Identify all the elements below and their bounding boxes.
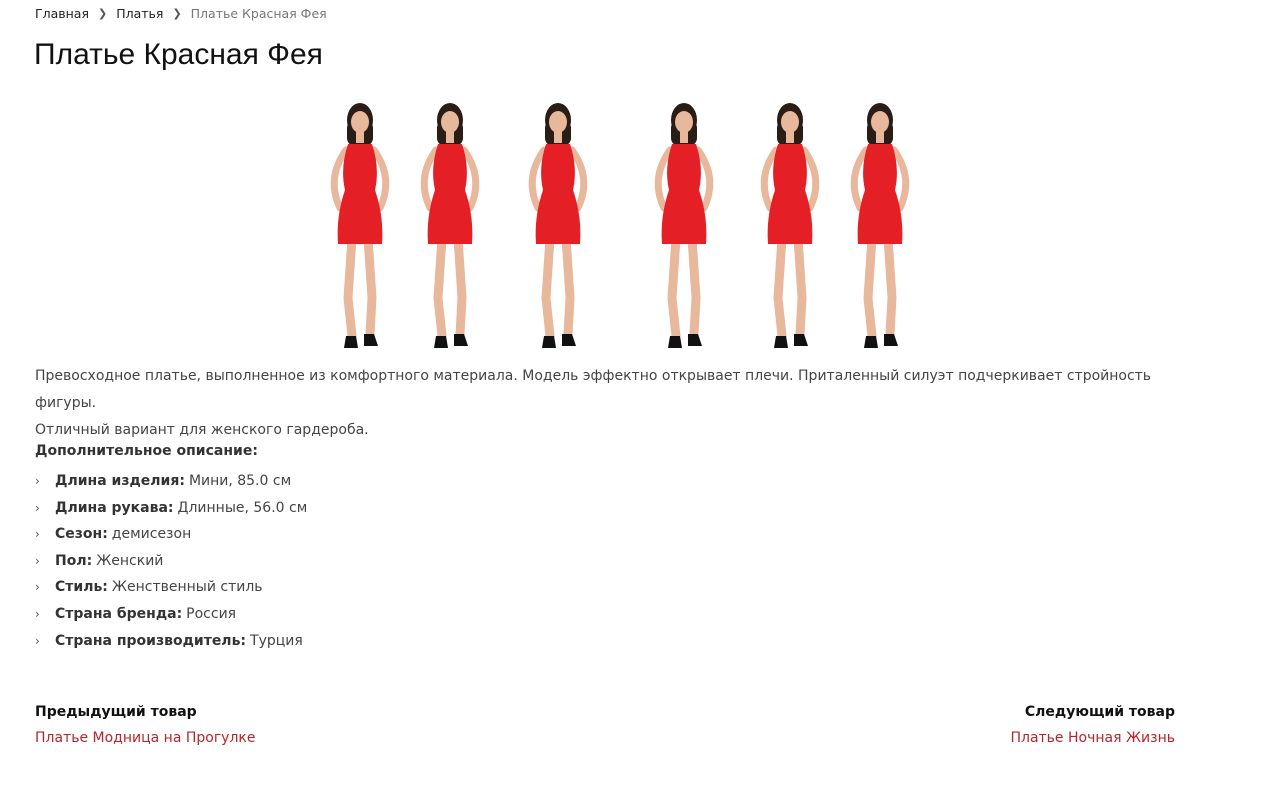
description-line-1: Превосходное платье, выполненное из комф… — [35, 368, 1152, 411]
chevron-right-icon: › — [35, 474, 40, 488]
model-figure — [654, 103, 714, 348]
attribute-gender: › Пол: Женский — [35, 548, 307, 575]
breadcrumb-category-link[interactable]: Платья — [116, 6, 163, 21]
attribute-key: Длина изделия: — [55, 473, 185, 489]
extra-description-heading: Дополнительное описание: — [35, 443, 258, 459]
model-figure — [850, 103, 910, 348]
attribute-brand-country: › Страна бренда: Россия — [35, 601, 307, 628]
attribute-key: Страна бренда: — [55, 605, 183, 622]
attribute-sleeve: › Длина рукава: Длинные, 56.0 см — [35, 495, 307, 522]
attribute-key: Длина рукава: — [55, 499, 174, 516]
attribute-style: › Стиль: Женственный стиль — [35, 574, 307, 601]
attribute-season: › Сезон: демисезон — [35, 521, 307, 548]
breadcrumb-current: Платье Красная Фея — [190, 6, 327, 21]
breadcrumb: Главная ❯ Платья ❯ Платье Красная Фея — [35, 6, 327, 21]
attribute-maker-country: › Страна производитель: Турция — [35, 628, 307, 655]
next-product-heading: Следующий товар — [1024, 704, 1175, 720]
attribute-key: Сезон: — [55, 526, 108, 543]
attribute-key: Стиль: — [55, 579, 108, 596]
product-description: Превосходное платье, выполненное из комф… — [35, 363, 1185, 444]
chevron-right-icon: › — [35, 580, 40, 595]
previous-product-link[interactable]: Платье Модница на Прогулке — [35, 724, 255, 752]
model-figure — [330, 103, 390, 348]
attribute-value: Россия — [186, 605, 237, 622]
attribute-length: › Длина изделия: Мини, 85.0 см — [35, 468, 307, 495]
attribute-value: демисезон — [111, 526, 192, 543]
chevron-right-icon: › — [35, 500, 40, 515]
attribute-value: Турция — [250, 632, 303, 649]
chevron-right-icon: ❯ — [98, 7, 108, 20]
chevron-right-icon: › — [35, 527, 40, 542]
attribute-key: Страна производитель: — [55, 632, 247, 649]
chevron-right-icon: › — [35, 633, 40, 648]
product-image[interactable] — [300, 98, 912, 354]
attribute-value: Женственный стиль — [111, 579, 263, 596]
next-product-link[interactable]: Платье Ночная Жизнь — [1010, 724, 1175, 752]
attribute-value: Длинные, 56.0 см — [177, 499, 308, 516]
chevron-right-icon: ❯ — [172, 7, 182, 20]
attributes-list: › Длина изделия: Мини, 85.0 см › Длина р… — [35, 468, 307, 654]
attribute-value: Женский — [96, 552, 164, 569]
attribute-key: Пол: — [55, 552, 93, 569]
model-figure — [528, 103, 588, 348]
model-figure — [420, 103, 480, 348]
description-line-2: Отличный вариант для женского гардероба. — [35, 422, 369, 438]
model-figure — [760, 103, 820, 348]
previous-product: Предыдущий товар Платье Модница на Прогу… — [35, 700, 255, 752]
chevron-right-icon: › — [35, 606, 40, 621]
chevron-right-icon: › — [35, 553, 40, 568]
breadcrumb-home-link[interactable]: Главная — [35, 6, 89, 21]
page-title: Платье Красная Фея — [34, 38, 323, 71]
next-product: Следующий товар Платье Ночная Жизнь — [1010, 700, 1175, 752]
attribute-value: Мини, 85.0 см — [188, 473, 292, 489]
previous-product-heading: Предыдущий товар — [35, 704, 197, 720]
